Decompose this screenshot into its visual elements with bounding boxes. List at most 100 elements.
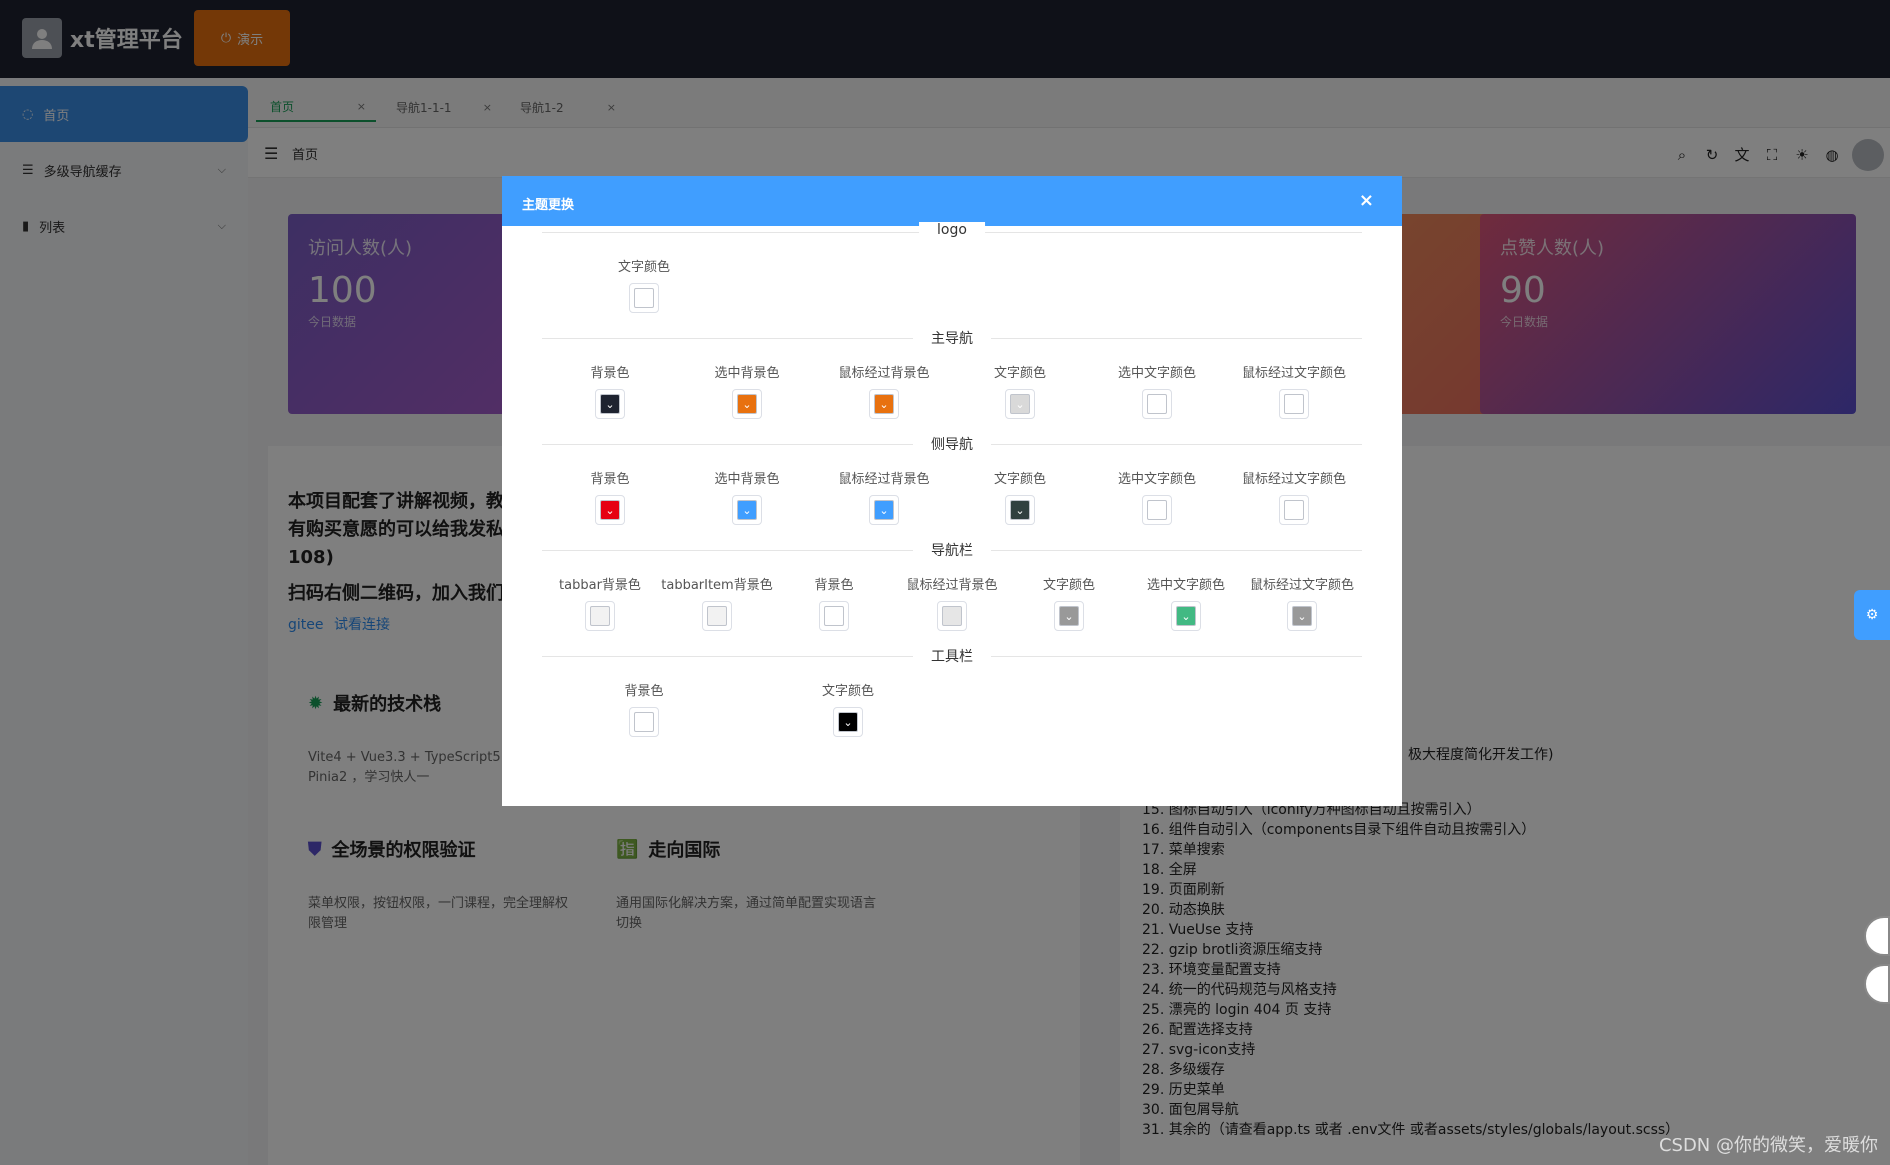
color-swatch (634, 712, 654, 732)
color-field: 背景色 (584, 680, 704, 737)
watermark: CSDN @你的微笑，爱暖你 (1658, 1135, 1878, 1156)
section-label: 导航栏 (913, 540, 991, 560)
color-swatch (1284, 394, 1304, 414)
chevron-down-icon: ⌄ (843, 715, 853, 729)
chevron-down-icon: ⌄ (1064, 609, 1074, 623)
color-field-label: 文字颜色 (617, 260, 670, 275)
color-field-label: 选中背景色 (714, 472, 780, 487)
color-field: 鼠标经过文字颜色 (1234, 468, 1354, 525)
color-swatch: ⌄ (1059, 606, 1079, 626)
chevron-down-icon: ⌄ (1297, 609, 1307, 623)
color-swatch (824, 606, 844, 626)
color-field-label: tabbar背景色 (559, 578, 641, 593)
gear-icon: ⚙ (1865, 607, 1879, 623)
color-field: 选中文字颜色 (1097, 362, 1217, 419)
color-field: 鼠标经过背景色 ⌄ (824, 362, 944, 419)
color-field-label: 背景色 (624, 684, 664, 699)
chevron-down-icon: ⌄ (742, 503, 752, 517)
section-divider: 导航栏 (542, 540, 1362, 560)
color-picker[interactable]: ⌄ (732, 495, 762, 525)
color-field: 选中文字颜色 ⌄ (1126, 574, 1246, 631)
color-picker[interactable]: ⌄ (869, 495, 899, 525)
color-swatch (634, 288, 654, 308)
color-picker[interactable] (1279, 495, 1309, 525)
color-picker[interactable]: ⌄ (1287, 601, 1317, 631)
color-swatch: ⌄ (874, 394, 894, 414)
color-picker[interactable] (937, 601, 967, 631)
color-picker[interactable] (629, 707, 659, 737)
color-field-label: 鼠标经过文字颜色 (1249, 578, 1354, 593)
color-picker[interactable] (1279, 389, 1309, 419)
color-swatch: ⌄ (600, 394, 620, 414)
chevron-down-icon: ⌄ (1015, 503, 1025, 517)
color-picker[interactable] (585, 601, 615, 631)
chevron-down-icon: ⌄ (605, 397, 615, 411)
color-field: 选中文字颜色 (1097, 468, 1217, 525)
color-picker[interactable]: ⌄ (732, 389, 762, 419)
color-picker[interactable]: ⌄ (833, 707, 863, 737)
color-swatch (707, 606, 727, 626)
section-label: logo (919, 222, 985, 238)
color-picker[interactable]: ⌄ (1005, 495, 1035, 525)
color-field-label: 选中文字颜色 (1146, 578, 1225, 593)
section-divider: 侧导航 (542, 434, 1362, 454)
color-picker[interactable] (1142, 389, 1172, 419)
color-field: 文字颜色 ⌄ (960, 362, 1080, 419)
color-field-label: 文字颜色 (993, 472, 1046, 487)
color-field-label: 鼠标经过背景色 (906, 578, 998, 593)
color-picker[interactable] (702, 601, 732, 631)
color-swatch: ⌄ (737, 394, 757, 414)
color-field: tabbarItem背景色 (657, 574, 777, 631)
color-swatch (1147, 394, 1167, 414)
color-field: 背景色 ⌄ (550, 362, 670, 419)
color-field-label: 鼠标经过文字颜色 (1241, 472, 1346, 487)
color-swatch (1147, 500, 1167, 520)
color-swatch: ⌄ (1292, 606, 1312, 626)
color-field-label: 选中文字颜色 (1117, 472, 1196, 487)
color-field-label: 背景色 (590, 472, 630, 487)
color-picker[interactable] (819, 601, 849, 631)
color-picker[interactable]: ⌄ (1171, 601, 1201, 631)
color-field-label: 背景色 (814, 578, 854, 593)
color-field: tabbar背景色 (540, 574, 660, 631)
color-field: 鼠标经过背景色 (892, 574, 1012, 631)
color-swatch (942, 606, 962, 626)
color-field: 文字颜色 ⌄ (960, 468, 1080, 525)
color-picker[interactable] (1142, 495, 1172, 525)
chevron-down-icon: ⌄ (605, 503, 615, 517)
color-swatch: ⌄ (737, 500, 757, 520)
color-picker[interactable]: ⌄ (1054, 601, 1084, 631)
color-field: 背景色 (774, 574, 894, 631)
settings-float-button[interactable]: ⚙ (1854, 590, 1890, 640)
color-field: 选中背景色 ⌄ (687, 468, 807, 525)
color-field-label: 文字颜色 (1042, 578, 1095, 593)
color-field-label: 鼠标经过背景色 (838, 366, 930, 381)
color-swatch (1284, 500, 1304, 520)
color-field-label: 文字颜色 (821, 684, 874, 699)
color-field: 文字颜色 ⌄ (1009, 574, 1129, 631)
color-picker[interactable] (629, 283, 659, 313)
color-field: 鼠标经过文字颜色 (1234, 362, 1354, 419)
color-swatch: ⌄ (874, 500, 894, 520)
close-icon[interactable]: × (1359, 190, 1374, 211)
section-divider: logo (542, 222, 1362, 242)
color-field: 文字颜色 (584, 256, 704, 313)
color-field-label: 选中背景色 (714, 366, 780, 381)
color-swatch: ⌄ (600, 500, 620, 520)
color-picker[interactable]: ⌄ (869, 389, 899, 419)
modal-header: 主题更换 × (502, 176, 1402, 226)
color-picker[interactable]: ⌄ (1005, 389, 1035, 419)
section-label: 主导航 (913, 328, 991, 348)
color-swatch: ⌄ (1176, 606, 1196, 626)
color-swatch: ⌄ (838, 712, 858, 732)
modal-title: 主题更换 (522, 198, 575, 213)
color-picker[interactable]: ⌄ (595, 495, 625, 525)
chevron-down-icon: ⌄ (879, 397, 889, 411)
chevron-down-icon: ⌄ (742, 397, 752, 411)
color-picker[interactable]: ⌄ (595, 389, 625, 419)
color-field-label: 选中文字颜色 (1117, 366, 1196, 381)
section-label: 工具栏 (913, 646, 991, 666)
chevron-down-icon: ⌄ (1181, 609, 1191, 623)
color-field-label: 鼠标经过背景色 (838, 472, 930, 487)
color-field-label: tabbarItem背景色 (661, 578, 773, 593)
